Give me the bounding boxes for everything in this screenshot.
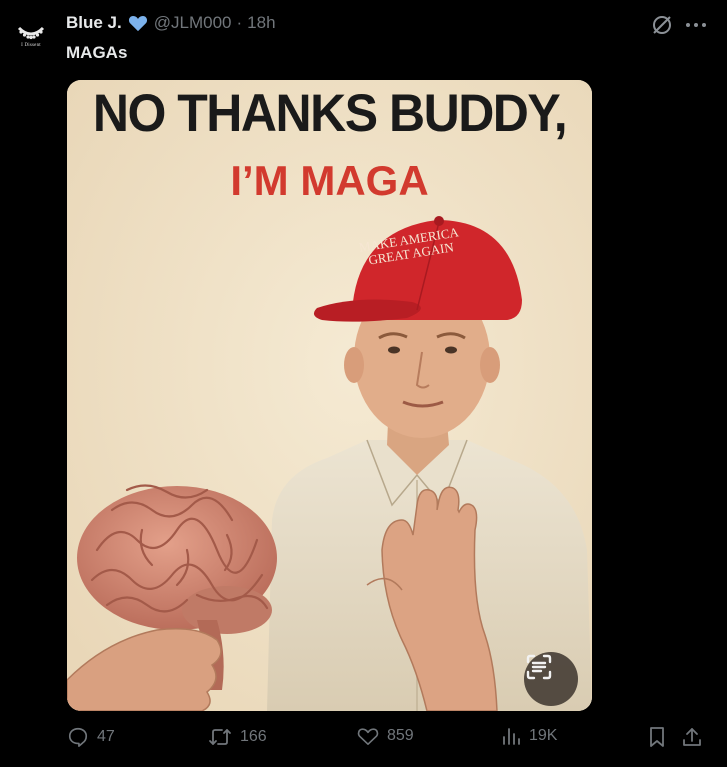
reply-icon — [68, 727, 88, 747]
separator: · — [236, 13, 243, 32]
display-name[interactable]: Blue J. — [66, 13, 122, 33]
image-headline-line2: I’M MAGA — [230, 157, 429, 204]
bookmark-icon — [650, 727, 664, 747]
repost-icon — [209, 729, 231, 745]
more-icon[interactable] — [685, 21, 707, 29]
post-header: Blue J. @JLM000 · 18h — [66, 13, 276, 33]
like-button[interactable]: 859 — [357, 726, 414, 746]
post-image[interactable]: NO THANKS BUDDY, I’M MAGA MAKE AMERICA G… — [67, 80, 592, 711]
handle[interactable]: @JLM000 — [154, 13, 232, 33]
action-bar: 47 166 859 19K — [67, 726, 707, 756]
bookmark-button[interactable] — [647, 726, 667, 748]
heart-icon — [357, 728, 379, 745]
avatar[interactable]: I Dissent — [12, 18, 50, 56]
reply-button[interactable]: 47 — [67, 726, 115, 748]
image-headline-line1: NO THANKS BUDDY, — [92, 83, 568, 143]
post-text: MAGAs — [66, 43, 128, 62]
share-icon — [683, 728, 701, 746]
repost-button[interactable]: 166 — [208, 726, 267, 748]
like-count: 859 — [387, 727, 414, 744]
view-count: 19K — [529, 727, 558, 744]
timestamp[interactable]: 18h — [247, 13, 275, 33]
repost-count: 166 — [240, 728, 267, 745]
collar-icon — [17, 26, 45, 40]
verified-heart-icon — [128, 14, 148, 32]
views-icon — [503, 728, 520, 745]
share-button[interactable] — [681, 726, 703, 748]
reply-count: 47 — [97, 728, 115, 745]
top-right-icons — [651, 14, 707, 36]
lens-icon[interactable] — [524, 652, 578, 706]
avatar-label: I Dissent — [21, 43, 41, 48]
grok-icon[interactable] — [651, 14, 673, 36]
views-button[interactable]: 19K — [501, 726, 557, 746]
